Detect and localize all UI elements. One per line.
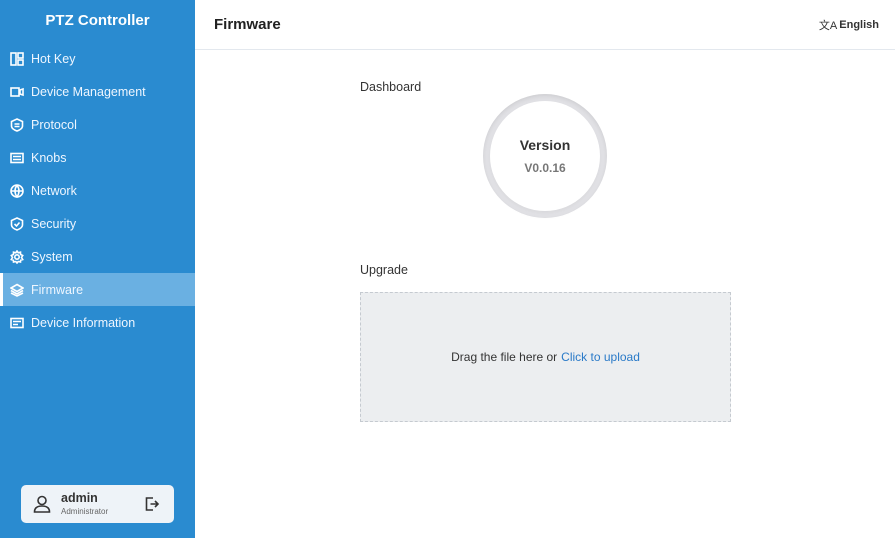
sidebar-item-label: System (31, 249, 73, 264)
sidebar-item-label: Knobs (31, 150, 67, 165)
sidebar-item-network[interactable]: Network (0, 174, 195, 207)
language-label: English (839, 18, 879, 31)
user-info: admin Administrator (61, 492, 108, 516)
sidebar-item-knobs[interactable]: Knobs (0, 141, 195, 174)
version-value: V0.0.16 (524, 161, 566, 175)
translate-icon: 文A (818, 19, 838, 32)
globe-icon (10, 183, 24, 198)
camera-icon (10, 85, 24, 99)
language-switcher[interactable]: 文A English (819, 17, 879, 33)
sidebar-item-security[interactable]: Security (0, 207, 195, 240)
app: PTZ Controller Hot Key Device Management… (0, 0, 895, 538)
sidebar-item-label: Security (31, 216, 77, 231)
upload-dropzone[interactable]: Drag the file here or Click to upload (360, 292, 731, 422)
logout-icon[interactable] (144, 496, 160, 512)
dropzone-text: Drag the file here or (451, 350, 558, 364)
sidebar-item-label: Device Management (31, 84, 146, 99)
dashboard-title: Dashboard (360, 80, 422, 94)
sidebar-item-device-information[interactable]: Device Information (0, 306, 195, 339)
brand-title: PTZ Controller (45, 12, 150, 29)
protocol-icon (10, 117, 24, 132)
upgrade-title: Upgrade (360, 263, 408, 277)
gear-icon (10, 249, 24, 264)
version-dial: Version V0.0.16 (483, 94, 607, 218)
hotkey-icon (10, 51, 24, 66)
keyboard-icon (10, 151, 24, 165)
sidebar-item-label: Hot Key (31, 51, 76, 66)
shield-icon (10, 216, 24, 231)
header: Firmware 文A English (195, 0, 895, 50)
user-avatar-icon (31, 493, 53, 515)
sidebar-item-system[interactable]: System (0, 240, 195, 273)
user-name: admin (61, 491, 98, 506)
info-card-icon (10, 316, 24, 330)
page-title: Firmware (214, 16, 281, 33)
sidebar-item-label: Protocol (31, 117, 77, 132)
layers-icon (10, 283, 24, 297)
sidebar-item-label: Firmware (31, 282, 84, 297)
user-card: admin Administrator (21, 485, 174, 523)
sidebar-item-hot-key[interactable]: Hot Key (0, 42, 195, 75)
user-role: Administrator (61, 506, 109, 516)
sidebar-item-device-management[interactable]: Device Management (0, 75, 195, 108)
sidebar-item-label: Device Information (31, 315, 136, 330)
sidebar-item-protocol[interactable]: Protocol (0, 108, 195, 141)
sidebar-item-firmware[interactable]: Firmware (0, 273, 195, 306)
version-dial-inner: Version V0.0.16 (490, 101, 600, 211)
version-label: Version (519, 137, 571, 153)
click-to-upload-link[interactable]: Click to upload (561, 350, 640, 364)
sidebar-item-label: Network (31, 183, 77, 198)
sidebar-nav: Hot Key Device Management Protocol Knobs… (0, 42, 195, 339)
sidebar: PTZ Controller Hot Key Device Management… (0, 0, 195, 538)
main-content: Dashboard Version V0.0.16 Upgrade Drag t… (195, 51, 895, 538)
